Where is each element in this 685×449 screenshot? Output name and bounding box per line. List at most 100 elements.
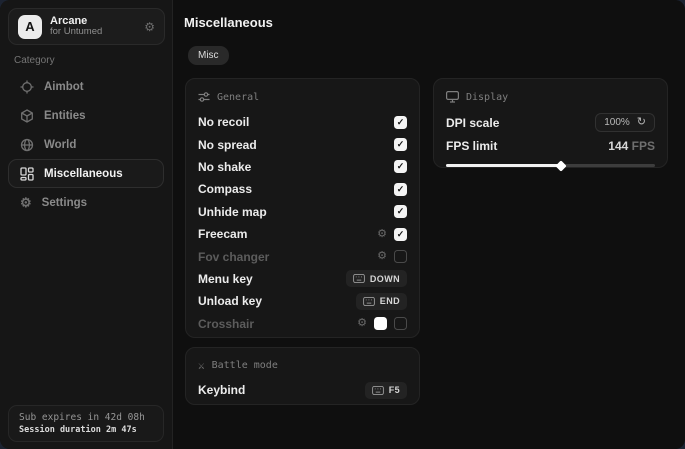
setting-row-fov-changer: Fov changer ⚙ ✓ <box>198 245 407 267</box>
setting-label: No shake <box>198 160 251 174</box>
panel-title: General <box>217 92 259 103</box>
checkbox[interactable]: ✓ <box>394 205 407 218</box>
setting-row-compass: Compass ✓ <box>198 178 407 200</box>
dpi-value: 100% <box>604 117 630 128</box>
key-label: DOWN <box>370 274 400 284</box>
checkbox[interactable]: ✓ <box>394 160 407 173</box>
sidebar-item-world[interactable]: World <box>8 130 164 159</box>
general-panel: General No recoil ✓ No spread ✓ No shake… <box>185 78 420 338</box>
sliders-icon <box>198 91 210 103</box>
session-duration-text: Session duration 2m 47s <box>19 425 153 435</box>
setting-label: Keybind <box>198 383 245 397</box>
brand-text: Arcane for Untumed <box>50 15 102 39</box>
display-panel-header: Display <box>446 91 655 103</box>
setting-label: Fov changer <box>198 250 269 264</box>
gear-icon[interactable]: ⚙ <box>144 20 155 34</box>
brand-card: A Arcane for Untumed ⚙ <box>8 8 165 45</box>
general-panel-header: General <box>198 91 407 103</box>
sidebar-item-settings[interactable]: ⚙ Settings <box>8 188 164 217</box>
setting-label: Crosshair <box>198 317 254 331</box>
app-logo: A <box>18 15 42 39</box>
brand-subtitle: for Untumed <box>50 27 102 38</box>
display-panel: Display DPI scale 100% ↻ FPS limit 144 F… <box>433 78 668 168</box>
fps-slider[interactable] <box>446 164 655 167</box>
dpi-scale-control[interactable]: 100% ↻ <box>595 113 655 132</box>
check-icon: ✓ <box>397 140 405 149</box>
keyboard-icon <box>372 386 384 395</box>
globe-icon <box>20 138 34 152</box>
gear-icon[interactable]: ⚙ <box>377 229 387 240</box>
panel-title: Battle mode <box>212 360 278 371</box>
checkbox[interactable]: ✓ <box>394 228 407 241</box>
setting-row-freecam: Freecam ⚙ ✓ <box>198 223 407 245</box>
cube-icon <box>20 109 34 123</box>
check-icon: ✓ <box>397 207 405 216</box>
gear-icon: ⚙ <box>20 196 32 209</box>
keybind-button[interactable]: DOWN <box>346 270 407 287</box>
setting-row-crosshair: Crosshair ⚙ ✓ <box>198 313 407 335</box>
refresh-icon[interactable]: ↻ <box>637 117 646 128</box>
category-label: Category <box>14 55 55 66</box>
key-label: F5 <box>389 385 400 395</box>
swords-icon: ⚔ <box>198 360 205 371</box>
check-icon: ✓ <box>397 118 405 127</box>
keybind-button[interactable]: END <box>356 293 407 310</box>
checkbox[interactable]: ✓ <box>394 250 407 263</box>
main-content: Miscellaneous Misc General No recoil ✓ N… <box>173 0 685 449</box>
checkbox[interactable]: ✓ <box>394 317 407 330</box>
setting-label: Menu key <box>198 272 253 286</box>
setting-row-menu-key: Menu key DOWN <box>198 268 407 290</box>
subscription-card: Sub expires in 42d 08h Session duration … <box>8 405 164 442</box>
fps-limit-row: FPS limit 144 FPS <box>446 134 655 157</box>
keyboard-icon <box>363 297 375 306</box>
check-icon: ✓ <box>397 230 405 239</box>
sub-expiry-text: Sub expires in 42d 08h <box>19 412 153 423</box>
check-icon: ✓ <box>397 162 405 171</box>
setting-label: DPI scale <box>446 116 499 130</box>
sidebar-item-entities[interactable]: Entities <box>8 101 164 130</box>
color-swatch[interactable] <box>374 317 387 330</box>
fps-slider-fill <box>446 164 561 167</box>
setting-label: Unload key <box>198 294 262 308</box>
setting-row-keybind: Keybind F5 <box>198 379 407 401</box>
fps-slider-thumb[interactable] <box>555 160 566 171</box>
setting-label: No spread <box>198 138 257 152</box>
setting-label: Unhide map <box>198 205 267 219</box>
sidebar-item-label: Entities <box>44 110 86 122</box>
check-icon: ✓ <box>397 185 405 194</box>
sidebar-item-label: Miscellaneous <box>44 168 123 180</box>
gear-icon[interactable]: ⚙ <box>357 318 367 329</box>
fps-unit: FPS <box>632 139 655 153</box>
battle-mode-panel: ⚔ Battle mode Keybind F5 <box>185 347 420 405</box>
setting-label: No recoil <box>198 115 249 129</box>
crosshair-icon <box>20 80 34 94</box>
sidebar-item-label: Aimbot <box>44 81 84 93</box>
page-title: Miscellaneous <box>184 15 273 30</box>
keyboard-icon <box>353 274 365 283</box>
sidebar-item-label: World <box>44 139 76 151</box>
setting-row-no-recoil: No recoil ✓ <box>198 111 407 133</box>
setting-label: Freecam <box>198 227 247 241</box>
setting-label: FPS limit <box>446 139 497 153</box>
grid-icon <box>20 167 34 181</box>
setting-row-unload-key: Unload key END <box>198 290 407 312</box>
dpi-scale-row: DPI scale 100% ↻ <box>446 111 655 134</box>
checkbox[interactable]: ✓ <box>394 183 407 196</box>
setting-row-no-spread: No spread ✓ <box>198 133 407 155</box>
gear-icon[interactable]: ⚙ <box>377 251 387 262</box>
battle-panel-header: ⚔ Battle mode <box>198 360 407 371</box>
checkbox[interactable]: ✓ <box>394 138 407 151</box>
app-window: A Arcane for Untumed ⚙ Category Aimbot E… <box>0 0 685 449</box>
key-label: END <box>380 296 400 306</box>
setting-row-no-shake: No shake ✓ <box>198 156 407 178</box>
sidebar-item-miscellaneous[interactable]: Miscellaneous <box>8 159 164 188</box>
checkbox[interactable]: ✓ <box>394 116 407 129</box>
sidebar: A Arcane for Untumed ⚙ Category Aimbot E… <box>0 0 173 449</box>
keybind-button[interactable]: F5 <box>365 382 407 399</box>
monitor-icon <box>446 91 459 103</box>
setting-row-unhide-map: Unhide map ✓ <box>198 201 407 223</box>
sidebar-nav: Aimbot Entities World Miscellaneous <box>8 72 164 217</box>
tab-misc[interactable]: Misc <box>188 46 229 65</box>
setting-label: Compass <box>198 182 252 196</box>
sidebar-item-aimbot[interactable]: Aimbot <box>8 72 164 101</box>
